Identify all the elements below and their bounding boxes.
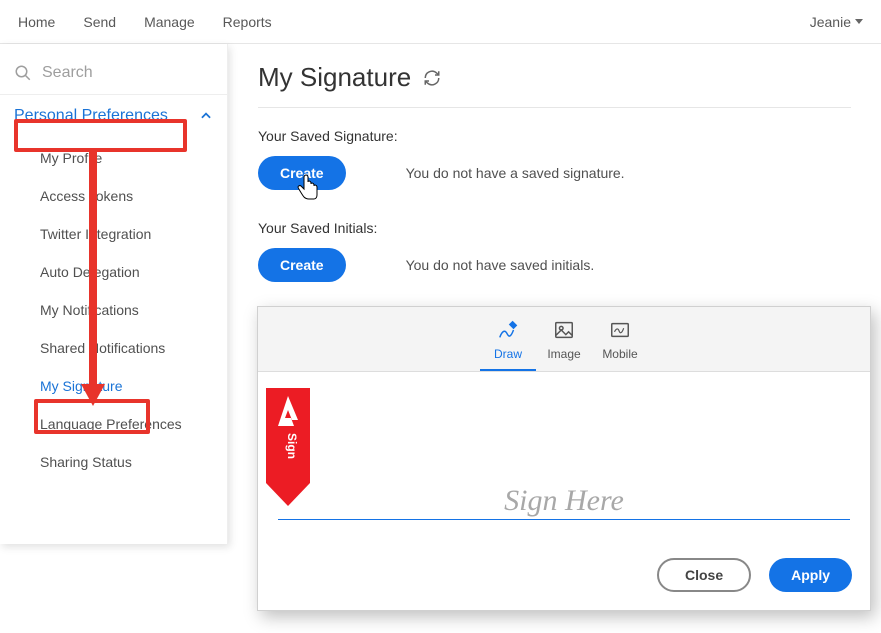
- mobile-icon: [609, 319, 631, 341]
- signature-line: [278, 519, 850, 520]
- adobe-sign-tab-icon: Sign: [266, 388, 310, 508]
- nav-send[interactable]: Send: [83, 14, 116, 30]
- sidebar-item-auto-delegation[interactable]: Auto Delegation: [0, 253, 227, 291]
- signature-canvas[interactable]: Sign Sign Here: [258, 372, 870, 542]
- tab-mobile[interactable]: Mobile: [592, 319, 648, 371]
- sidebar-item-my-notifications[interactable]: My Notifications: [0, 291, 227, 329]
- svg-text:Sign: Sign: [285, 433, 299, 459]
- sidebar-section-title: Personal Preferences: [14, 107, 168, 125]
- sidebar-item-my-profile[interactable]: My Profile: [0, 139, 227, 177]
- signature-dialog: Draw Image Mobile Sign Sign Here Close A…: [257, 306, 871, 611]
- user-menu[interactable]: Jeanie: [810, 14, 863, 30]
- nav-reports[interactable]: Reports: [223, 14, 272, 30]
- sidebar-item-language-preferences[interactable]: Language Preferences: [0, 405, 227, 443]
- signature-label: Your Saved Signature:: [258, 128, 851, 144]
- user-name: Jeanie: [810, 14, 851, 30]
- sidebar: Search Personal Preferences My Profile A…: [0, 44, 228, 544]
- chevron-up-icon: [199, 109, 213, 123]
- refresh-icon[interactable]: [423, 69, 441, 87]
- tab-image[interactable]: Image: [536, 319, 592, 371]
- image-icon: [553, 319, 575, 341]
- create-initials-button[interactable]: Create: [258, 248, 346, 282]
- sidebar-item-access-tokens[interactable]: Access Tokens: [0, 177, 227, 215]
- nav-home[interactable]: Home: [18, 14, 55, 30]
- initials-status: You do not have saved initials.: [406, 257, 595, 273]
- page-title: My Signature: [258, 62, 411, 93]
- close-button[interactable]: Close: [657, 558, 751, 592]
- sidebar-item-twitter-integration[interactable]: Twitter Integration: [0, 215, 227, 253]
- chevron-down-icon: [855, 19, 863, 24]
- search-icon: [14, 64, 32, 82]
- sign-here-placeholder: Sign Here: [258, 484, 870, 518]
- dialog-toolbar: Draw Image Mobile: [258, 307, 870, 372]
- sidebar-section-header[interactable]: Personal Preferences: [0, 95, 227, 135]
- search-input[interactable]: Search: [0, 56, 227, 95]
- sidebar-item-sharing-status[interactable]: Sharing Status: [0, 443, 227, 481]
- draw-icon: [497, 319, 519, 341]
- sidebar-item-shared-notifications[interactable]: Shared Notifications: [0, 329, 227, 367]
- create-signature-button[interactable]: Create: [258, 156, 346, 190]
- nav-manage[interactable]: Manage: [144, 14, 195, 30]
- sidebar-item-my-signature[interactable]: My Signature: [0, 367, 227, 405]
- search-placeholder: Search: [42, 64, 93, 82]
- sidebar-list: My Profile Access Tokens Twitter Integra…: [0, 135, 227, 499]
- signature-status: You do not have a saved signature.: [406, 165, 625, 181]
- tab-draw[interactable]: Draw: [480, 319, 536, 371]
- top-nav: Home Send Manage Reports Jeanie: [0, 0, 881, 44]
- apply-button[interactable]: Apply: [769, 558, 852, 592]
- initials-label: Your Saved Initials:: [258, 220, 851, 236]
